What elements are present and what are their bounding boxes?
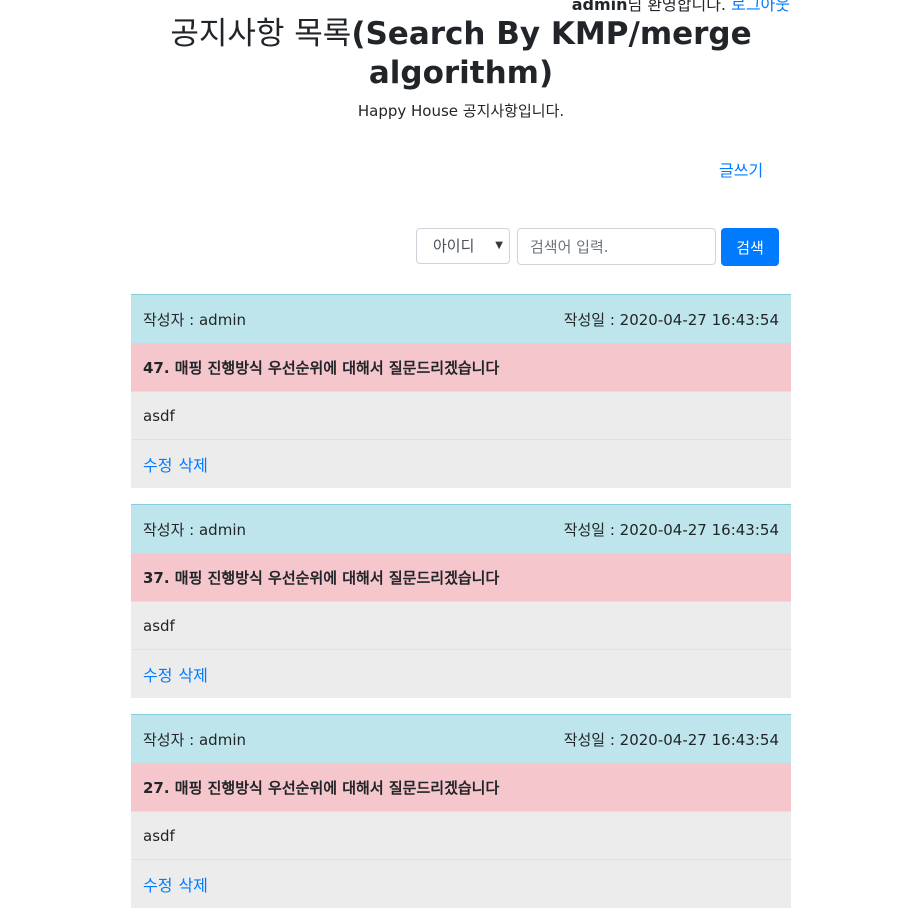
page-subtitle: Happy House 공지사항입니다.: [357, 102, 565, 120]
delete-link[interactable]: 삭제: [178, 662, 207, 686]
notice-content: asdf: [131, 392, 791, 440]
welcome-text: 님 환영합니다.: [627, 0, 727, 14]
search-button[interactable]: 검색: [721, 228, 779, 266]
page-title-korean: 공지사항 목록: [170, 16, 352, 52]
search-type-select[interactable]: 아이디 ▼: [416, 228, 510, 264]
notice-subject: 37. 매핑 진행방식 우선순위에 대해서 질문드리겠습니다: [131, 553, 791, 602]
notice-date: 작성일 : 2020-04-27 16:43:54: [563, 730, 779, 749]
edit-link[interactable]: 수정: [143, 452, 172, 476]
delete-link[interactable]: 삭제: [178, 872, 207, 896]
username: admin: [571, 0, 628, 14]
notice-card: 작성자 : admin 작성일 : 2020-04-27 16:43:54 47…: [131, 294, 791, 488]
notice-date: 작성일 : 2020-04-27 16:43:54: [563, 310, 779, 329]
notice-header: 작성자 : admin 작성일 : 2020-04-27 16:43:54: [131, 294, 791, 343]
delete-link[interactable]: 삭제: [178, 452, 207, 476]
edit-link[interactable]: 수정: [143, 662, 172, 686]
notice-actions: 수정 삭제: [131, 860, 791, 908]
notice-author: 작성자 : admin: [143, 310, 246, 329]
user-bar: admin님 환영합니다. 로그아웃: [572, 0, 790, 15]
search-type-value: 아이디: [433, 237, 475, 255]
notice-actions: 수정 삭제: [131, 650, 791, 698]
notice-header: 작성자 : admin 작성일 : 2020-04-27 16:43:54: [131, 504, 791, 553]
notice-subject: 47. 매핑 진행방식 우선순위에 대해서 질문드리겠습니다: [131, 343, 791, 392]
notice-card: 작성자 : admin 작성일 : 2020-04-27 16:43:54 27…: [131, 714, 791, 908]
notice-list: 작성자 : admin 작성일 : 2020-04-27 16:43:54 47…: [131, 294, 791, 924]
notice-author: 작성자 : admin: [143, 730, 246, 749]
notice-subject: 27. 매핑 진행방식 우선순위에 대해서 질문드리겠습니다: [131, 763, 791, 812]
notice-header: 작성자 : admin 작성일 : 2020-04-27 16:43:54: [131, 714, 791, 763]
logout-link[interactable]: 로그아웃: [731, 0, 790, 14]
notice-date: 작성일 : 2020-04-27 16:43:54: [563, 520, 779, 539]
search-input[interactable]: [517, 228, 716, 265]
caret-down-icon: ▼: [495, 240, 503, 251]
notice-card: 작성자 : admin 작성일 : 2020-04-27 16:43:54 37…: [131, 504, 791, 698]
notice-content: asdf: [131, 602, 791, 650]
edit-link[interactable]: 수정: [143, 872, 172, 896]
page-title-english: (Search By KMP/merge algorithm): [351, 16, 752, 91]
page-title: 공지사항 목록(Search By KMP/merge algorithm): [150, 15, 772, 93]
notice-content: asdf: [131, 812, 791, 860]
write-link[interactable]: 글쓰기: [719, 157, 763, 181]
notice-author: 작성자 : admin: [143, 520, 246, 539]
notice-actions: 수정 삭제: [131, 440, 791, 488]
